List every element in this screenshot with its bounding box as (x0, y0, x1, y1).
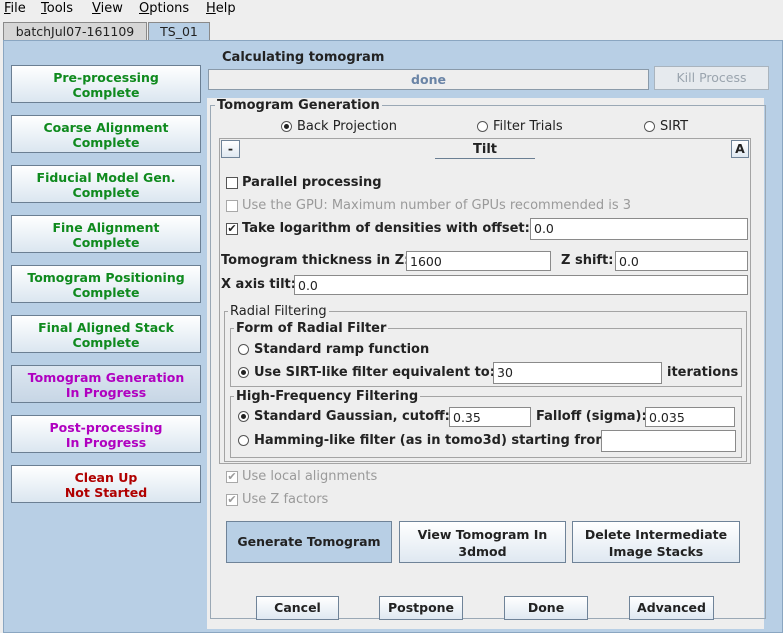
radial-filtering-legend: Radial Filtering (228, 304, 329, 319)
menu-bar: File Tools View Options Help (0, 0, 783, 18)
sirt-radio[interactable] (644, 121, 655, 132)
z-factors-checkbox[interactable]: ✔ (226, 494, 238, 506)
menu-help[interactable]: Help (206, 1, 236, 16)
sidebar-item-label: Clean Up (74, 470, 138, 485)
sidebar-item-status: In Progress (65, 385, 147, 400)
sidebar-item-label: Tomogram Generation (27, 370, 185, 385)
thickness-label: Tomogram thickness in Z: (221, 253, 410, 268)
delete-intermediate-label-line1: Delete Intermediate (584, 527, 728, 542)
tab-ts01[interactable]: TS_01 (148, 22, 210, 41)
process-title: Calculating tomogram (222, 50, 385, 65)
tab-strip: batchJul07-161109 TS_01 (0, 18, 783, 41)
ramp-radio[interactable] (238, 344, 249, 355)
logarithm-checkbox[interactable]: ✔ (226, 223, 238, 235)
done-button[interactable]: Done (504, 596, 588, 620)
sidebar-item-label: Final Aligned Stack (38, 320, 174, 335)
advanced-toggle-button[interactable]: A (731, 140, 749, 158)
back-projection-label: Back Projection (297, 119, 397, 134)
falloff-label: Falloff (sigma): (536, 409, 647, 424)
back-projection-radio[interactable] (281, 121, 292, 132)
delete-intermediate-button[interactable]: Delete Intermediate Image Stacks (572, 521, 740, 563)
sirt-iterations-input[interactable]: 30 (493, 362, 662, 384)
sidebar-item-status: In Progress (65, 435, 147, 450)
sirt-like-label: Use SIRT-like filter equivalent to: (254, 365, 495, 380)
advanced-button[interactable]: Advanced (629, 596, 714, 620)
sidebar-item-status: Complete (72, 285, 140, 300)
delete-intermediate-label-line2: Image Stacks (608, 544, 704, 559)
sidebar-preprocessing-button[interactable]: Pre-processing Complete (11, 65, 201, 103)
sidebar-post-processing-button[interactable]: Post-processing In Progress (11, 415, 201, 453)
log-offset-input[interactable]: 0.0 (530, 218, 748, 240)
view-tomogram-label-line2: 3dmod (458, 544, 507, 559)
filter-trials-label: Filter Trials (493, 119, 563, 134)
sirt-label: SIRT (660, 119, 689, 134)
hamming-radio[interactable] (238, 435, 249, 446)
collapse-button[interactable]: - (221, 140, 240, 158)
gaussian-label: Standard Gaussian, cutoff: (254, 409, 450, 424)
postpone-button[interactable]: Postpone (379, 596, 463, 620)
parallel-processing-label: Parallel processing (242, 175, 382, 190)
sidebar-item-status: Complete (72, 135, 140, 150)
sidebar-item-label: Fiducial Model Gen. (36, 170, 176, 185)
use-gpu-label: Use the GPU: Maximum number of GPUs reco… (242, 198, 632, 213)
local-alignments-checkbox[interactable]: ✔ (226, 471, 238, 483)
parallel-processing-checkbox[interactable] (226, 177, 238, 189)
menu-tools[interactable]: Tools (41, 1, 73, 16)
thickness-input[interactable]: 1600 (406, 251, 551, 271)
sidebar-item-label: Tomogram Positioning (27, 270, 185, 285)
sirt-like-radio[interactable] (238, 367, 249, 378)
local-alignments-label: Use local alignments (242, 469, 378, 484)
sidebar-coarse-alignment-button[interactable]: Coarse Alignment Complete (11, 115, 201, 153)
tab-batch[interactable]: batchJul07-161109 (3, 22, 147, 41)
high-frequency-legend: High-Frequency Filtering (234, 389, 421, 404)
sidebar-item-status: Complete (72, 335, 140, 350)
kill-process-button[interactable]: Kill Process (654, 66, 769, 90)
sidebar-fine-alignment-button[interactable]: Fine Alignment Complete (11, 215, 201, 253)
radial-filter-form-legend: Form of Radial Filter (234, 321, 389, 336)
sidebar-item-label: Fine Alignment (52, 220, 160, 235)
menu-file[interactable]: File (4, 1, 26, 16)
view-tomogram-label-line1: View Tomogram In (417, 527, 548, 542)
sidebar-item-status: Complete (72, 235, 140, 250)
progress-bar: done (208, 69, 649, 90)
use-gpu-checkbox[interactable] (226, 200, 238, 212)
sidebar-fiducial-model-button[interactable]: Fiducial Model Gen. Complete (11, 165, 201, 203)
hamming-start-input[interactable] (601, 430, 736, 452)
view-tomogram-button[interactable]: View Tomogram In 3dmod (399, 521, 566, 563)
sidebar-item-status: Not Started (64, 485, 148, 500)
tilt-header: Tilt (473, 142, 497, 157)
sidebar-clean-up-button[interactable]: Clean Up Not Started (11, 465, 201, 503)
menu-options[interactable]: Options (139, 1, 189, 16)
tilt-header-underline (435, 158, 535, 159)
sidebar-item-status: Complete (72, 185, 140, 200)
sidebar-item-label: Coarse Alignment (43, 120, 169, 135)
tomogram-generation-legend: Tomogram Generation (215, 98, 382, 113)
sidebar-item-label: Pre-processing (53, 70, 159, 85)
logarithm-label: Take logarithm of densities with offset: (242, 221, 530, 236)
generate-tomogram-button[interactable]: Generate Tomogram (226, 521, 392, 563)
cancel-button[interactable]: Cancel (256, 596, 339, 620)
sidebar-item-label: Post-processing (49, 420, 163, 435)
ramp-label: Standard ramp function (254, 342, 430, 357)
filter-trials-radio[interactable] (477, 121, 488, 132)
menu-view[interactable]: View (92, 1, 123, 16)
z-shift-input[interactable]: 0.0 (615, 251, 748, 271)
sidebar-item-status: Complete (72, 85, 140, 100)
sidebar-tomogram-positioning-button[interactable]: Tomogram Positioning Complete (11, 265, 201, 303)
x-axis-tilt-label: X axis tilt: (221, 277, 296, 292)
sidebar-final-aligned-stack-button[interactable]: Final Aligned Stack Complete (11, 315, 201, 353)
cutoff-input[interactable]: 0.35 (449, 407, 531, 427)
sidebar-tomogram-generation-button[interactable]: Tomogram Generation In Progress (11, 365, 201, 403)
z-shift-label: Z shift: (561, 253, 614, 268)
z-factors-label: Use Z factors (242, 492, 329, 507)
gaussian-radio[interactable] (238, 411, 249, 422)
falloff-input[interactable]: 0.035 (645, 407, 735, 427)
iterations-label: iterations (667, 365, 739, 380)
x-axis-tilt-input[interactable]: 0.0 (294, 275, 748, 295)
hamming-label: Hamming-like filter (as in tomo3d) start… (254, 433, 615, 448)
